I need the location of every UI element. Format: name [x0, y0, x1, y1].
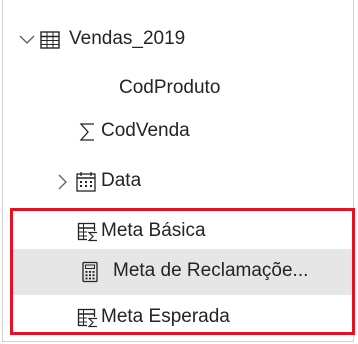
fields-pane: Vendas_2019 CodProduto CodVenda Data Met… [2, 0, 354, 342]
measure-table-icon [77, 308, 98, 328]
chevron-down-icon[interactable] [19, 32, 35, 48]
measure-label: Meta Esperada [101, 306, 230, 327]
field-row-data[interactable]: Data [3, 157, 353, 207]
field-label: Data [101, 170, 142, 191]
measure-table-icon [77, 222, 98, 242]
table-icon [40, 31, 60, 49]
measure-label: Meta de Reclamaçõe... [113, 260, 309, 281]
sigma-icon [79, 123, 94, 141]
field-row-codvenda[interactable]: CodVenda [3, 107, 353, 157]
table-row-vendas-2019[interactable]: Vendas_2019 [3, 15, 353, 65]
calendar-icon [76, 172, 96, 192]
chevron-right-icon[interactable] [55, 174, 71, 190]
calculator-icon [82, 261, 98, 283]
measure-row-meta-esperada[interactable]: Meta Esperada [3, 293, 353, 343]
measure-row-meta-de-reclamacoes[interactable]: Meta de Reclamaçõe... [11, 249, 353, 295]
field-label: CodProduto [119, 77, 221, 98]
field-label: CodVenda [101, 120, 190, 141]
table-name: Vendas_2019 [69, 28, 186, 49]
measure-label: Meta Básica [101, 220, 206, 241]
